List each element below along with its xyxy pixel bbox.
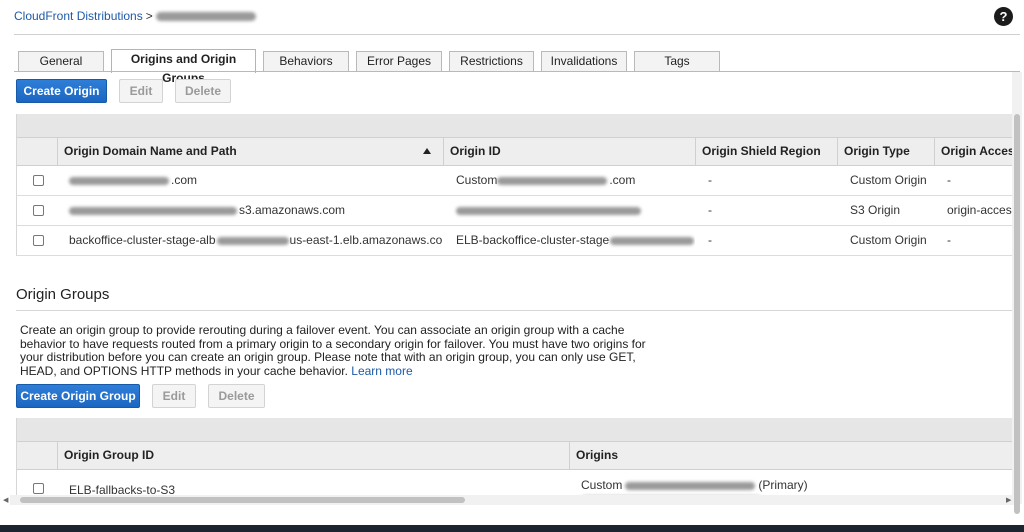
redacted-text bbox=[610, 236, 695, 245]
create-origin-group-button[interactable]: Create Origin Group bbox=[16, 384, 140, 408]
scrollbar-thumb[interactable] bbox=[1014, 114, 1020, 514]
shield-region-cell: - bbox=[708, 233, 712, 247]
delete-origin-button[interactable]: Delete bbox=[175, 79, 231, 103]
scrollbar-thumb[interactable] bbox=[20, 497, 465, 503]
table-toolbar bbox=[17, 114, 1016, 138]
breadcrumb-separator: > bbox=[145, 9, 153, 23]
column-header-origin-access[interactable]: Origin Access bbox=[934, 138, 1016, 166]
divider bbox=[16, 310, 1020, 311]
table-header: Origin Domain Name and Path Origin ID Or… bbox=[17, 138, 1016, 166]
column-header-shield-region[interactable]: Origin Shield Region bbox=[695, 138, 837, 166]
origin-groups-title: Origin Groups bbox=[16, 286, 110, 303]
origin-type-cell: S3 Origin bbox=[850, 203, 901, 217]
learn-more-link[interactable]: Learn more bbox=[351, 364, 412, 378]
row-checkbox[interactable] bbox=[33, 175, 44, 186]
tab-tags[interactable]: Tags bbox=[634, 51, 720, 72]
column-header-origin-id[interactable]: Origin ID bbox=[443, 138, 695, 166]
tab-behaviors[interactable]: Behaviors bbox=[263, 51, 349, 72]
breadcrumb: CloudFront Distributions > bbox=[14, 9, 256, 23]
column-header-domain[interactable]: Origin Domain Name and Path bbox=[57, 138, 443, 166]
origin-group-id-cell: ELB-fallbacks-to-S3 bbox=[69, 483, 176, 495]
origin-access-cell: - bbox=[947, 173, 951, 187]
row-checkbox[interactable] bbox=[33, 205, 44, 216]
column-header-origin-group-id[interactable]: Origin Group ID bbox=[57, 442, 569, 470]
origin-id-cell: ELB-backoffice-cluster-stage bbox=[450, 226, 695, 256]
column-header-origins[interactable]: Origins bbox=[569, 442, 1016, 470]
origin-domain-cell: s3.amazonaws.com bbox=[63, 196, 443, 226]
table-row[interactable]: backoffice-cluster-stage-alb us-east-1.el… bbox=[17, 226, 1016, 256]
origins-table: Origin Domain Name and Path Origin ID Or… bbox=[16, 114, 1016, 256]
redacted-text bbox=[497, 176, 608, 185]
redacted-text bbox=[456, 206, 641, 215]
redacted-text bbox=[625, 481, 756, 490]
row-checkbox[interactable] bbox=[33, 483, 44, 494]
taskbar-strip bbox=[0, 525, 1024, 532]
column-header-origin-type[interactable]: Origin Type bbox=[837, 138, 934, 166]
column-label: Origin Domain Name and Path bbox=[64, 144, 237, 158]
table-row[interactable]: ELB-fallbacks-to-S3 Custom (Primary) bbox=[17, 470, 1016, 495]
edit-origin-button[interactable]: Edit bbox=[119, 79, 163, 103]
question-circle-icon[interactable]: ? bbox=[994, 7, 1013, 26]
origin-access-cell: origin-access bbox=[947, 203, 1016, 217]
origins-cell: Custom (Primary) bbox=[575, 470, 1016, 495]
row-checkbox[interactable] bbox=[33, 235, 44, 246]
origin-groups-description: Create an origin group to provide rerout… bbox=[20, 323, 646, 378]
shield-region-cell: - bbox=[708, 173, 712, 187]
tab-divider bbox=[14, 71, 1020, 72]
tab-origins-and-origin-groups[interactable]: Origins and Origin Groups bbox=[111, 49, 256, 85]
redacted-text bbox=[69, 206, 237, 215]
redacted-text bbox=[69, 176, 169, 185]
delete-origin-group-button[interactable]: Delete bbox=[208, 384, 265, 408]
origin-domain-cell: .com bbox=[63, 166, 443, 196]
origin-type-cell: Custom Origin bbox=[850, 173, 927, 187]
scroll-right-icon[interactable]: ▶ bbox=[1006, 496, 1011, 504]
origin-type-cell: Custom Origin bbox=[850, 233, 927, 247]
table-row[interactable]: .com Custom .com - Custom Origin - bbox=[17, 166, 1016, 196]
redacted-text bbox=[216, 236, 289, 245]
redacted-distribution-id bbox=[155, 12, 256, 22]
breadcrumb-link-distributions[interactable]: CloudFront Distributions bbox=[14, 9, 143, 23]
create-origin-button[interactable]: Create Origin bbox=[16, 79, 107, 103]
origin-domain-cell: backoffice-cluster-stage-alb us-east-1.el… bbox=[69, 233, 443, 247]
scroll-left-icon[interactable]: ◀ bbox=[3, 496, 8, 504]
edit-origin-group-button[interactable]: Edit bbox=[152, 384, 196, 408]
tab-error-pages[interactable]: Error Pages bbox=[356, 51, 442, 72]
table-toolbar bbox=[17, 418, 1016, 442]
table-header: Origin Group ID Origins bbox=[17, 442, 1016, 470]
tab-restrictions[interactable]: Restrictions bbox=[449, 51, 534, 72]
sort-ascending-icon bbox=[423, 148, 431, 154]
origin-groups-table: Origin Group ID Origins ELB-fallbacks-to… bbox=[16, 418, 1016, 495]
shield-region-cell: - bbox=[708, 203, 712, 217]
table-row[interactable]: s3.amazonaws.com - S3 Origin origin-acce… bbox=[17, 196, 1016, 226]
origin-id-cell bbox=[450, 196, 695, 226]
origin-id-cell: Custom .com bbox=[456, 173, 636, 187]
cloudfront-origins-page: CloudFront Distributions > ? General Orig… bbox=[0, 0, 1024, 532]
tab-general[interactable]: General bbox=[18, 51, 104, 72]
origin-access-cell: - bbox=[947, 233, 951, 247]
tab-invalidations[interactable]: Invalidations bbox=[541, 51, 627, 72]
vertical-scrollbar[interactable] bbox=[1012, 72, 1022, 514]
horizontal-scrollbar[interactable]: ◀ ▶ bbox=[3, 495, 1014, 505]
divider bbox=[14, 34, 1020, 35]
